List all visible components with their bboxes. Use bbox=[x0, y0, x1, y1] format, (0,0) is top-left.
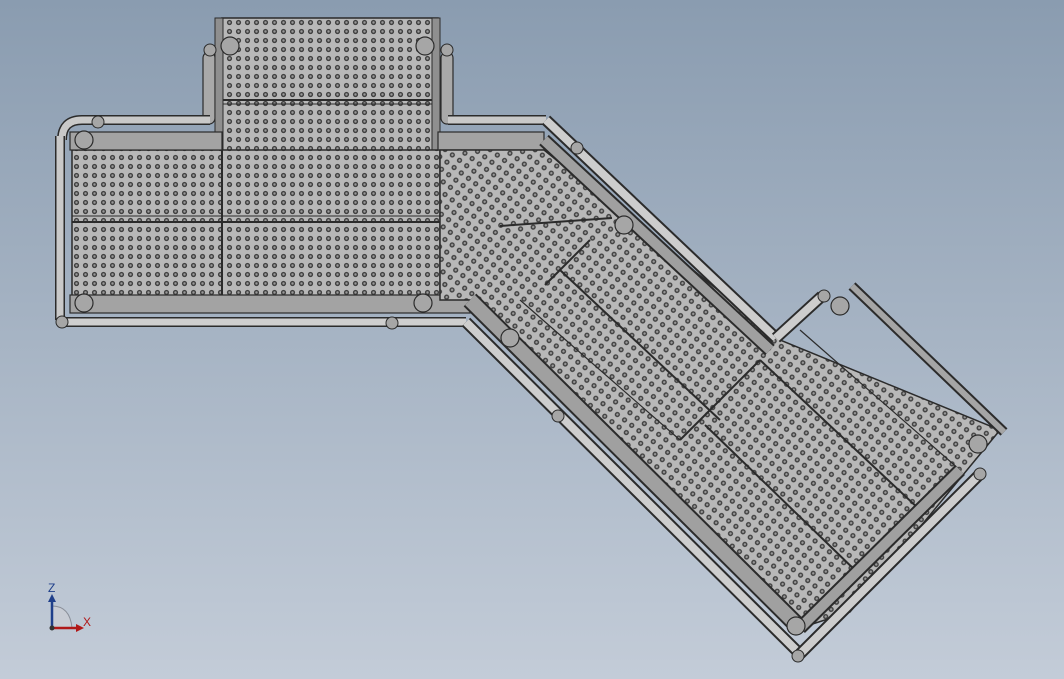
upper-left-rail bbox=[202, 51, 216, 125]
left-landing-grating bbox=[71, 149, 441, 299]
post-cap bbox=[203, 43, 217, 57]
post-cap bbox=[413, 293, 433, 313]
post-cap bbox=[415, 36, 435, 56]
upper-right-rail bbox=[440, 51, 454, 125]
post-cap bbox=[440, 43, 454, 57]
triad-z-label: Z bbox=[48, 581, 56, 595]
right-top-beam bbox=[437, 131, 545, 151]
post-cap bbox=[55, 315, 69, 329]
post-cap bbox=[973, 467, 987, 481]
post-cap bbox=[500, 328, 520, 348]
post-cap bbox=[614, 215, 634, 235]
post-cap bbox=[786, 616, 806, 636]
post-cap bbox=[830, 296, 850, 316]
triad-x-label: X bbox=[83, 615, 92, 629]
post-cap bbox=[220, 36, 240, 56]
model-canvas[interactable] bbox=[0, 0, 1064, 679]
upper-stair-grating bbox=[221, 17, 439, 157]
post-cap bbox=[74, 293, 94, 313]
post-cap bbox=[791, 649, 805, 663]
post-cap bbox=[570, 141, 584, 155]
post-cap bbox=[817, 289, 831, 303]
post-cap bbox=[551, 409, 565, 423]
post-cap bbox=[74, 130, 94, 150]
post-cap bbox=[91, 115, 105, 129]
left-bottom-beam bbox=[69, 294, 471, 314]
graphics-viewport[interactable]: Z X bbox=[0, 0, 1064, 679]
triad-origin bbox=[49, 625, 55, 631]
post-cap bbox=[968, 434, 988, 454]
post-cap bbox=[385, 316, 399, 330]
